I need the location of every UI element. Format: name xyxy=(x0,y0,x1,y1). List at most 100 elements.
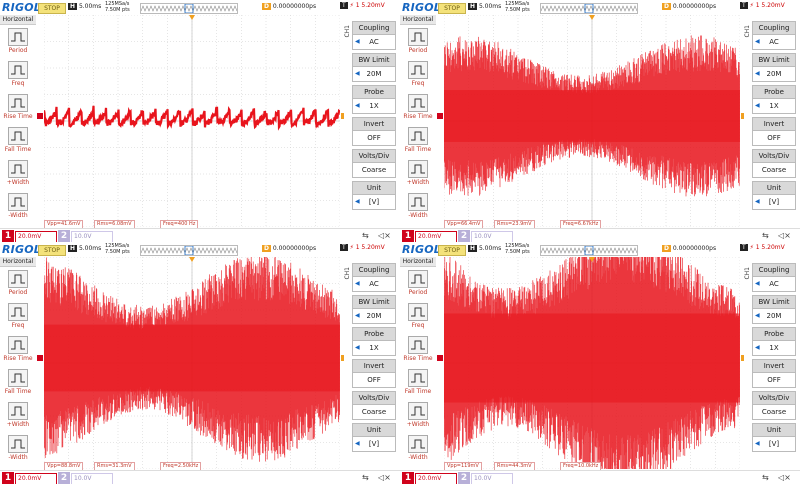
setting-value[interactable]: ◀ 1X xyxy=(752,341,796,356)
ch1-button[interactable]: 1 xyxy=(2,472,14,484)
delay-display[interactable]: D 0.00000000ps xyxy=(662,3,716,10)
channel-offset-marker[interactable] xyxy=(37,113,43,119)
setting-value[interactable]: OFF xyxy=(352,373,396,388)
setting-value[interactable]: ◀ 20M xyxy=(352,309,396,324)
channel-setting[interactable]: Probe ◀ 1X xyxy=(752,327,796,356)
waveform-screen[interactable] xyxy=(44,257,340,469)
channel-setting[interactable]: Volts/Div Coarse xyxy=(752,391,796,420)
channel-setting[interactable]: BW Limit ◀ 20M xyxy=(352,295,396,324)
ch2-button[interactable]: 2 xyxy=(458,230,470,242)
setting-value[interactable]: OFF xyxy=(752,373,796,388)
channel-setting[interactable]: Probe ◀ 1X xyxy=(752,85,796,114)
run-stop-status[interactable]: STOP xyxy=(438,3,466,14)
waveform-screen[interactable] xyxy=(444,257,740,469)
measure-button[interactable]: Rise Time xyxy=(402,94,434,120)
setting-value[interactable]: ◀ AC xyxy=(352,35,396,50)
channel-setting[interactable]: BW Limit ◀ 20M xyxy=(352,53,396,82)
measure-button[interactable]: -Width xyxy=(2,435,34,461)
trigger-display[interactable]: T ⚡ 1 5.20mV xyxy=(340,244,385,251)
channel-setting[interactable]: Invert OFF xyxy=(352,359,396,388)
channel-setting[interactable]: BW Limit ◀ 20M xyxy=(752,53,796,82)
measure-button[interactable]: Freq xyxy=(402,61,434,87)
measure-button[interactable]: -Width xyxy=(2,193,34,219)
speaker-icon[interactable]: ◁× xyxy=(778,473,791,482)
channel-setting[interactable]: Probe ◀ 1X xyxy=(352,85,396,114)
measure-button[interactable]: Freq xyxy=(402,303,434,329)
measure-button[interactable]: Freq xyxy=(2,303,34,329)
ch1-button[interactable]: 1 xyxy=(402,230,414,242)
channel-setting[interactable]: Unit ◀ [V] xyxy=(352,423,396,452)
channel-setting[interactable]: Unit ◀ [V] xyxy=(352,181,396,210)
ch1-scale[interactable]: 20.0mV xyxy=(415,231,457,242)
memory-overview[interactable] xyxy=(540,3,638,14)
measure-button[interactable]: +Width xyxy=(402,402,434,428)
trigger-display[interactable]: T ⚡ 1 5.20mV xyxy=(740,2,785,9)
measure-button[interactable]: Period xyxy=(402,28,434,54)
setting-value[interactable]: ◀ 1X xyxy=(352,341,396,356)
ch1-button[interactable]: 1 xyxy=(2,230,14,242)
measure-button[interactable]: Period xyxy=(402,270,434,296)
measure-button[interactable]: Freq xyxy=(2,61,34,87)
ch1-scale[interactable]: 20.0mV xyxy=(15,231,57,242)
measure-button[interactable]: Rise Time xyxy=(402,336,434,362)
channel-offset-marker[interactable] xyxy=(37,355,43,361)
channel-setting[interactable]: Unit ◀ [V] xyxy=(752,181,796,210)
channel-setting[interactable]: Coupling ◀ AC xyxy=(752,263,796,292)
setting-value[interactable]: Coarse xyxy=(752,405,796,420)
setting-value[interactable]: ◀ [V] xyxy=(752,195,796,210)
ch1-scale[interactable]: 20.0mV xyxy=(415,473,457,484)
timebase-display[interactable]: H 5.00ms xyxy=(68,3,101,10)
waveform-screen[interactable] xyxy=(444,15,740,227)
speaker-icon[interactable]: ◁× xyxy=(778,231,791,240)
delay-display[interactable]: D 0.00000000ps xyxy=(662,245,716,252)
run-stop-status[interactable]: STOP xyxy=(438,245,466,256)
ch2-scale[interactable]: 10.0V xyxy=(471,231,513,242)
timebase-display[interactable]: H 5.00ms xyxy=(468,3,501,10)
trigger-display[interactable]: T ⚡ 1 5.20mV xyxy=(340,2,385,9)
ch2-scale[interactable]: 10.0V xyxy=(71,473,113,484)
setting-value[interactable]: Coarse xyxy=(752,163,796,178)
channel-setting[interactable]: Volts/Div Coarse xyxy=(352,391,396,420)
setting-value[interactable]: ◀ 1X xyxy=(352,99,396,114)
run-stop-status[interactable]: STOP xyxy=(38,245,66,256)
setting-value[interactable]: ◀ 20M xyxy=(752,67,796,82)
setting-value[interactable]: ◀ [V] xyxy=(352,195,396,210)
channel-offset-marker[interactable] xyxy=(437,113,443,119)
timebase-display[interactable]: H 5.00ms xyxy=(68,245,101,252)
measure-button[interactable]: Fall Time xyxy=(402,369,434,395)
setting-value[interactable]: ◀ [V] xyxy=(352,437,396,452)
channel-setting[interactable]: Coupling ◀ AC xyxy=(352,21,396,50)
setting-value[interactable]: OFF xyxy=(752,131,796,146)
setting-value[interactable]: ◀ AC xyxy=(752,35,796,50)
measure-button[interactable]: Period xyxy=(2,270,34,296)
setting-value[interactable]: ◀ [V] xyxy=(752,437,796,452)
channel-setting[interactable]: Coupling ◀ AC xyxy=(352,263,396,292)
channel-setting[interactable]: Invert OFF xyxy=(352,117,396,146)
memory-overview[interactable] xyxy=(540,245,638,256)
measure-button[interactable]: Rise Time xyxy=(2,94,34,120)
measure-button[interactable]: Fall Time xyxy=(402,127,434,153)
setting-value[interactable]: ◀ AC xyxy=(352,277,396,292)
setting-value[interactable]: Coarse xyxy=(352,405,396,420)
memory-overview[interactable] xyxy=(140,245,238,256)
timebase-display[interactable]: H 5.00ms xyxy=(468,245,501,252)
ch2-scale[interactable]: 10.0V xyxy=(71,231,113,242)
delay-display[interactable]: D 0.00000000ps xyxy=(262,3,316,10)
memory-overview[interactable] xyxy=(140,3,238,14)
ch1-scale[interactable]: 20.0mV xyxy=(15,473,57,484)
speaker-icon[interactable]: ◁× xyxy=(378,231,391,240)
run-stop-status[interactable]: STOP xyxy=(38,3,66,14)
channel-setting[interactable]: Volts/Div Coarse xyxy=(352,149,396,178)
setting-value[interactable]: Coarse xyxy=(352,163,396,178)
channel-offset-marker[interactable] xyxy=(437,355,443,361)
ch2-button[interactable]: 2 xyxy=(58,472,70,484)
measure-button[interactable]: +Width xyxy=(402,160,434,186)
ch1-button[interactable]: 1 xyxy=(402,472,414,484)
measure-button[interactable]: Period xyxy=(2,28,34,54)
ch2-button[interactable]: 2 xyxy=(58,230,70,242)
trigger-display[interactable]: T ⚡ 1 5.20mV xyxy=(740,244,785,251)
measure-button[interactable]: Fall Time xyxy=(2,127,34,153)
measure-button[interactable]: -Width xyxy=(402,435,434,461)
channel-setting[interactable]: Volts/Div Coarse xyxy=(752,149,796,178)
channel-setting[interactable]: Probe ◀ 1X xyxy=(352,327,396,356)
